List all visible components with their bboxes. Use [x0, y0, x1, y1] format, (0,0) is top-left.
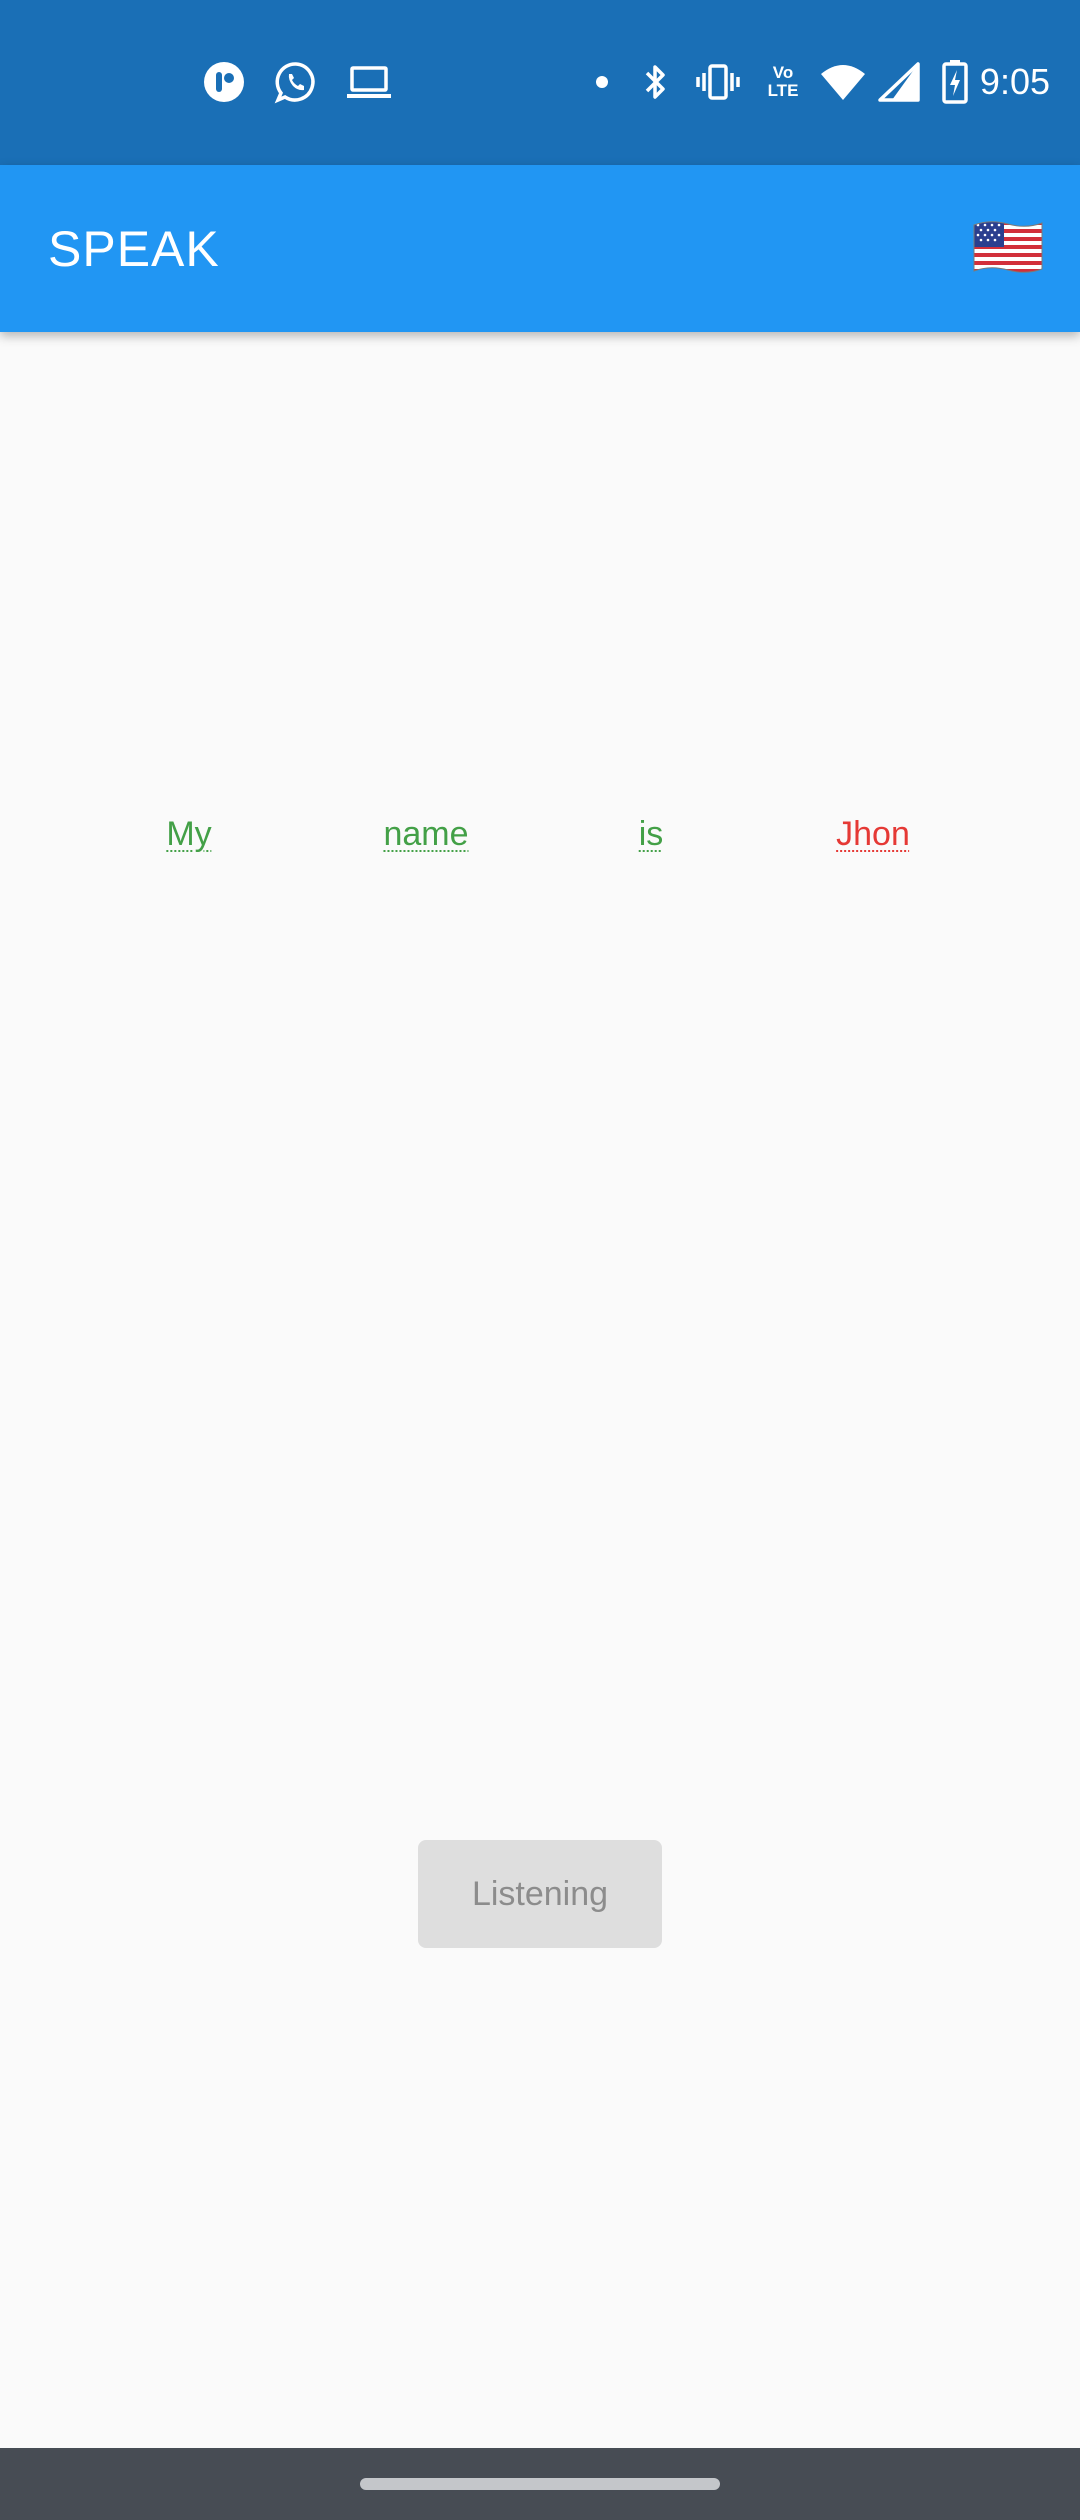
listening-button[interactable]: Listening [418, 1840, 662, 1948]
whatsapp-icon [272, 60, 320, 104]
app-bar: SPEAK [0, 165, 1080, 332]
word-jhon[interactable]: Jhon [836, 812, 910, 856]
volte-icon: Vo LTE [767, 63, 799, 100]
word-my[interactable]: My [166, 812, 211, 856]
status-bar: Vo LTE 9:05 [0, 0, 1080, 165]
status-time: 9:05 [979, 61, 1050, 102]
bluetooth-icon [636, 60, 674, 104]
laptop-icon [344, 60, 394, 104]
battery-charging-icon [938, 60, 972, 104]
word-is[interactable]: is [639, 812, 664, 856]
word-name[interactable]: name [383, 812, 468, 856]
app-notification-icon [200, 60, 248, 104]
us-flag-icon[interactable] [972, 217, 1044, 277]
recognized-sentence: My name is Jhon [0, 812, 1080, 872]
home-gesture-handle[interactable] [360, 2478, 720, 2490]
dot-icon [590, 60, 614, 104]
vibrate-icon [694, 60, 742, 104]
app-title: SPEAK [48, 221, 220, 277]
wifi-icon [818, 60, 868, 104]
navigation-bar [0, 2448, 1080, 2520]
signal-icon [876, 60, 922, 104]
